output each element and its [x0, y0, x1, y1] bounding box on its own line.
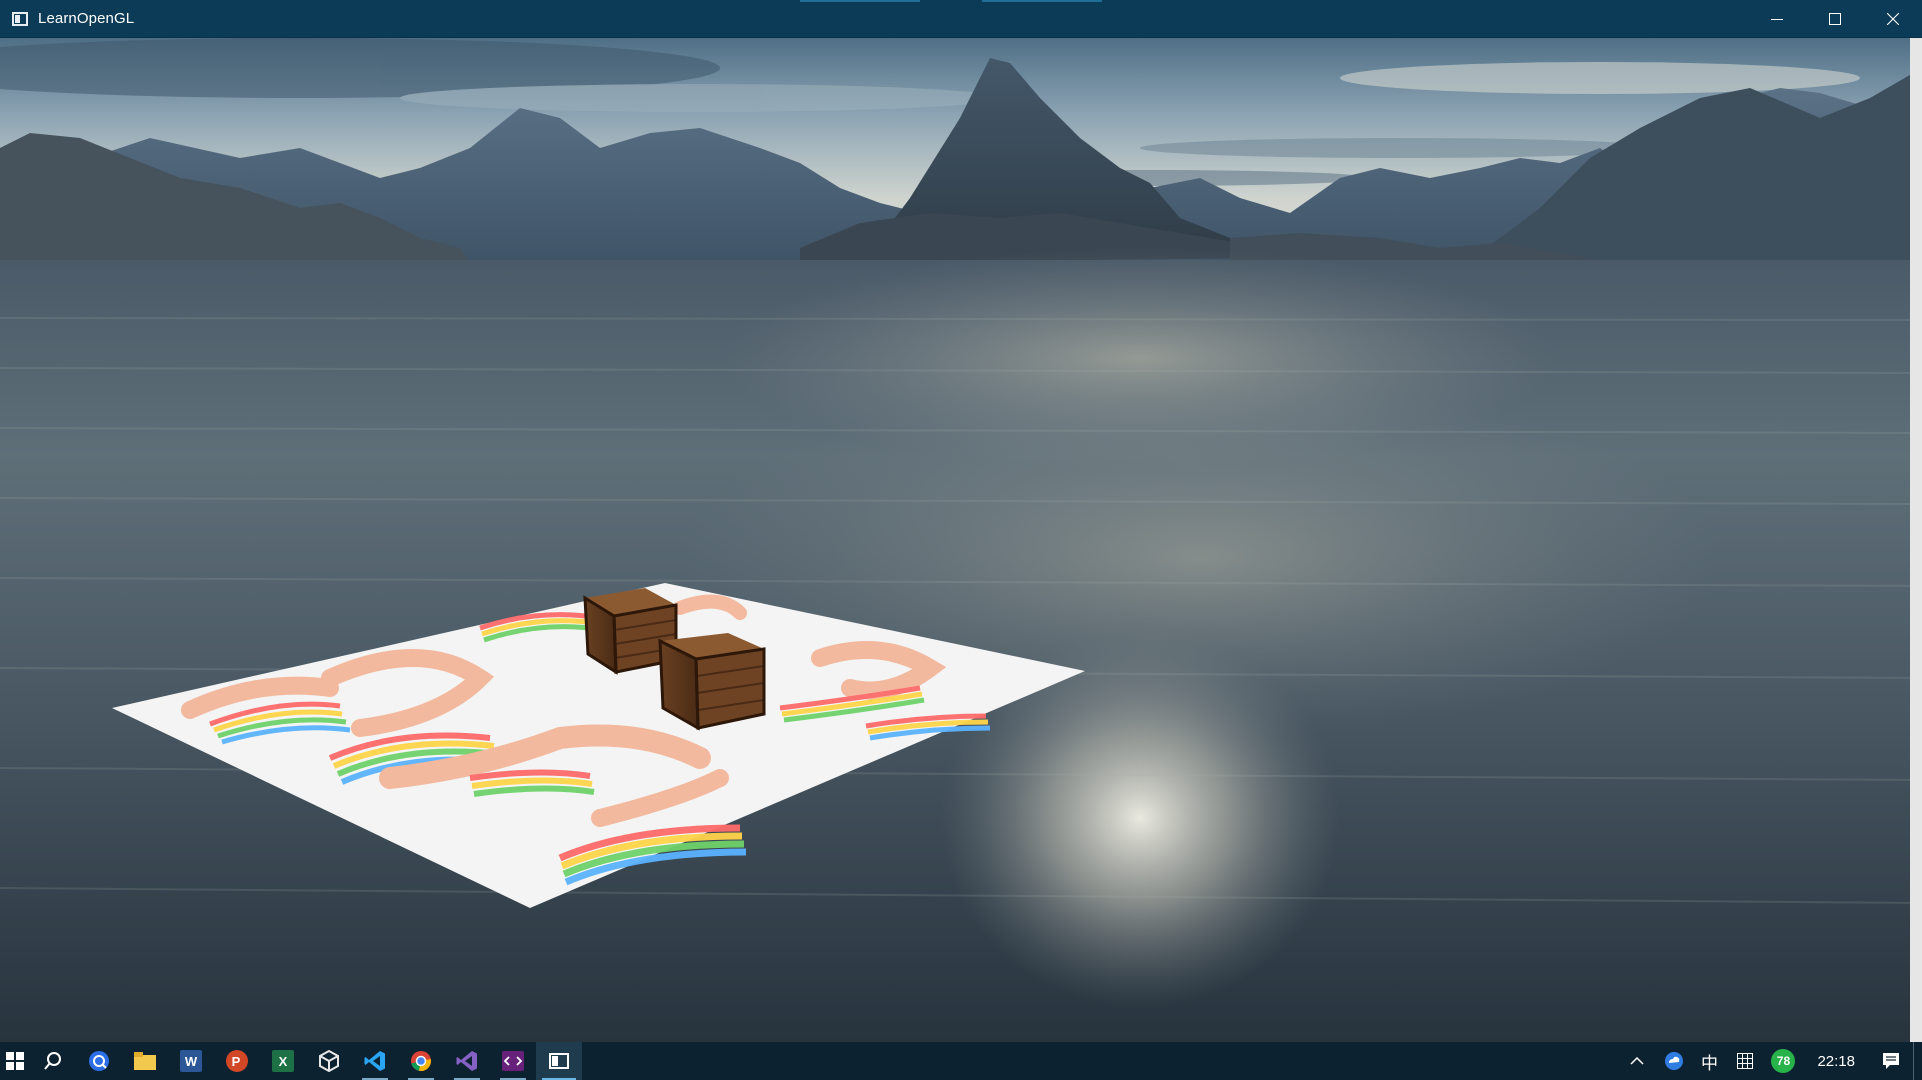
close-button[interactable]: [1864, 0, 1922, 38]
app-vs-code-dev[interactable]: [490, 1042, 536, 1080]
vscode-icon: [364, 1051, 385, 1071]
app-chrome[interactable]: [398, 1042, 444, 1080]
security-badge[interactable]: 78: [1763, 1042, 1803, 1080]
grid-icon: [1737, 1053, 1754, 1069]
minimize-icon: [1771, 19, 1783, 20]
folder-icon: [134, 1052, 156, 1070]
app-powerpoint[interactable]: P: [214, 1042, 260, 1080]
show-desktop-button[interactable]: [1913, 1042, 1922, 1080]
app-window-icon: [12, 11, 28, 26]
search-button[interactable]: [30, 1042, 76, 1080]
windows-logo-icon: [6, 1052, 24, 1070]
app-browser-q[interactable]: [76, 1042, 122, 1080]
system-tray: 中 78 22:18: [1617, 1042, 1922, 1080]
word-icon: W: [180, 1050, 202, 1072]
svg-text:P: P: [232, 1054, 241, 1069]
maximize-button[interactable]: [1806, 0, 1864, 38]
tray-app-icon[interactable]: [1657, 1042, 1691, 1080]
ime-indicator[interactable]: 中: [1691, 1042, 1727, 1080]
window-right-edge: [1910, 38, 1922, 1042]
notification-center-button[interactable]: [1869, 1042, 1913, 1080]
taskbar: W P X 中 78 22:18: [0, 1042, 1922, 1080]
dev-tool-icon: [502, 1051, 524, 1071]
svg-text:W: W: [185, 1054, 198, 1069]
cloud-sync-icon: [1665, 1052, 1684, 1070]
titlebar-tab-hint: [982, 0, 1102, 2]
svg-text:X: X: [279, 1054, 288, 1069]
chrome-icon: [411, 1051, 432, 1072]
app-file-explorer[interactable]: [122, 1042, 168, 1080]
app-word[interactable]: W: [168, 1042, 214, 1080]
powerpoint-icon: P: [226, 1050, 248, 1072]
ime-mode-button[interactable]: [1727, 1042, 1763, 1080]
window-titlebar[interactable]: LearnOpenGL: [0, 0, 1922, 38]
titlebar-tab-hint: [800, 0, 920, 2]
chevron-up-icon: [1630, 1057, 1644, 1065]
maximize-icon: [1829, 13, 1841, 25]
close-icon: [1887, 13, 1899, 25]
clock[interactable]: 22:18: [1803, 1042, 1869, 1080]
app-vscode[interactable]: [352, 1042, 398, 1080]
app-visual-studio[interactable]: [444, 1042, 490, 1080]
scene-render: [0, 38, 1922, 1042]
app-unity[interactable]: [306, 1042, 352, 1080]
q-browser-icon: [89, 1051, 109, 1071]
window-title: LearnOpenGL: [38, 10, 135, 27]
app-excel[interactable]: X: [260, 1042, 306, 1080]
wooden-crate-2: [658, 633, 766, 731]
excel-icon: X: [272, 1050, 294, 1072]
tray-overflow-button[interactable]: [1617, 1042, 1657, 1080]
start-button[interactable]: [0, 1042, 30, 1080]
minimize-button[interactable]: [1748, 0, 1806, 38]
unity-icon: [319, 1050, 339, 1072]
search-icon: [44, 1052, 61, 1070]
opengl-viewport[interactable]: [0, 38, 1922, 1042]
visual-studio-icon: [456, 1051, 477, 1071]
app-learnopengl[interactable]: [536, 1042, 582, 1080]
opengl-window-icon: [549, 1053, 569, 1069]
window-controls: [1748, 0, 1922, 38]
badge-count: 78: [1771, 1049, 1796, 1073]
notification-icon: [1883, 1053, 1899, 1069]
